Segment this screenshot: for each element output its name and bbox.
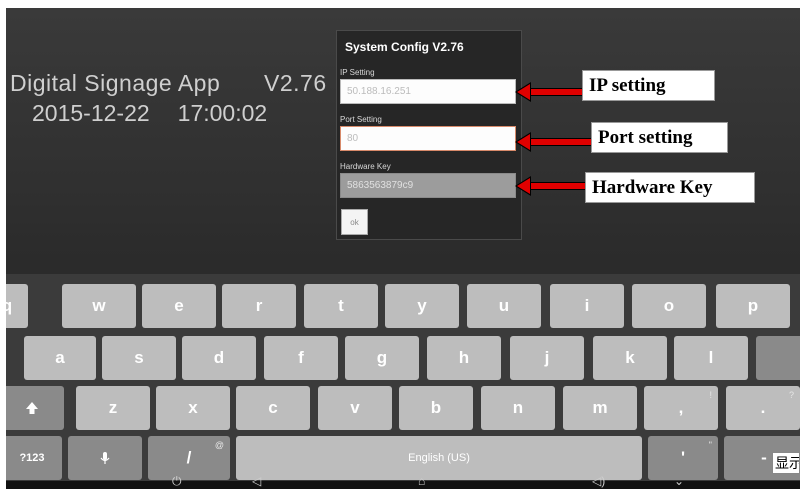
- app-version: V2.76: [264, 70, 327, 96]
- port-arrow-icon: [515, 132, 594, 152]
- key-e[interactable]: e: [142, 284, 216, 328]
- key-o[interactable]: o: [632, 284, 706, 328]
- key-n[interactable]: n: [481, 386, 555, 430]
- key-u[interactable]: u: [467, 284, 541, 328]
- port-setting-input[interactable]: [340, 126, 516, 151]
- dialog-title: System Config V2.76: [345, 40, 464, 54]
- app-name: Digital Signage App: [10, 70, 221, 96]
- mic-icon: [100, 452, 110, 464]
- key-slash[interactable]: / @: [148, 436, 230, 480]
- key-x[interactable]: x: [156, 386, 230, 430]
- key-h[interactable]: h: [427, 336, 501, 380]
- power-icon[interactable]: ⏻: [172, 474, 182, 489]
- key-s[interactable]: s: [102, 336, 176, 380]
- key-r[interactable]: r: [222, 284, 296, 328]
- key-shift[interactable]: [6, 386, 64, 430]
- key-a[interactable]: a: [24, 336, 96, 380]
- key-apostrophe-hint: ": [708, 440, 712, 450]
- ok-button[interactable]: ok: [341, 209, 368, 235]
- key-m[interactable]: m: [563, 386, 637, 430]
- key-z[interactable]: z: [76, 386, 150, 430]
- key-k[interactable]: k: [593, 336, 667, 380]
- key-comma-label: ,: [678, 398, 684, 417]
- app-datetime: 2015-12-22 17:00:02: [32, 100, 267, 127]
- app-time: 17:00:02: [177, 100, 268, 126]
- key-p[interactable]: p: [716, 284, 790, 328]
- ip-arrow-icon: [515, 82, 589, 102]
- onscreen-keyboard: q w e r t y u i o p a s d f g h j k l z …: [6, 274, 800, 489]
- home-icon[interactable]: ⌂: [418, 474, 425, 488]
- port-setting-callout: Port setting: [591, 122, 728, 153]
- hardware-key-arrow-icon: [515, 176, 586, 196]
- app-date: 2015-12-22: [32, 100, 150, 126]
- key-g[interactable]: g: [345, 336, 419, 380]
- key-y[interactable]: y: [385, 284, 459, 328]
- app-title: Digital Signage App V2.76: [10, 70, 340, 97]
- key-comma-hint: !: [709, 390, 712, 400]
- key-space[interactable]: English (US): [236, 436, 642, 480]
- key-mic[interactable]: [68, 436, 142, 480]
- system-nav-bar: ⏻ ◁ ⌂ ◁) ⌄: [6, 474, 800, 489]
- key-symbols[interactable]: ?123: [6, 436, 62, 480]
- key-f[interactable]: f: [264, 336, 338, 380]
- system-config-dialog: System Config V2.76 IP Setting Port Sett…: [336, 30, 522, 240]
- key-w[interactable]: w: [62, 284, 136, 328]
- volume-up-icon[interactable]: ◁): [592, 474, 605, 488]
- key-apostrophe-label: ': [680, 448, 686, 467]
- key-q[interactable]: q: [6, 284, 28, 328]
- key-i[interactable]: i: [550, 284, 624, 328]
- key-period-label: .: [760, 398, 766, 417]
- key-t[interactable]: t: [304, 284, 378, 328]
- hardware-key-label: Hardware Key: [340, 162, 391, 171]
- ip-setting-callout: IP setting: [582, 70, 715, 101]
- ip-setting-input[interactable]: [340, 79, 516, 104]
- key-slash-hint: @: [214, 440, 224, 450]
- key-b[interactable]: b: [399, 386, 473, 430]
- key-enter[interactable]: [756, 336, 800, 380]
- hardware-key-callout: Hardware Key: [585, 172, 755, 203]
- hardware-key-input[interactable]: [340, 173, 516, 198]
- key-comma[interactable]: , !: [644, 386, 718, 430]
- key-slash-label: /: [186, 448, 192, 467]
- key-period-hint: ?: [788, 390, 794, 400]
- hide-keyboard-icon[interactable]: ⌄: [674, 474, 684, 488]
- key-j[interactable]: j: [510, 336, 584, 380]
- key-v[interactable]: v: [318, 386, 392, 430]
- key-d[interactable]: d: [182, 336, 256, 380]
- ime-indicator: 显示: [772, 452, 800, 474]
- key-l[interactable]: l: [674, 336, 748, 380]
- ip-setting-label: IP Setting: [340, 68, 375, 77]
- volume-down-icon[interactable]: ◁: [252, 474, 261, 488]
- key-c[interactable]: c: [236, 386, 310, 430]
- shift-icon: [26, 402, 38, 414]
- key-period[interactable]: . ?: [726, 386, 800, 430]
- port-setting-label: Port Setting: [340, 115, 382, 124]
